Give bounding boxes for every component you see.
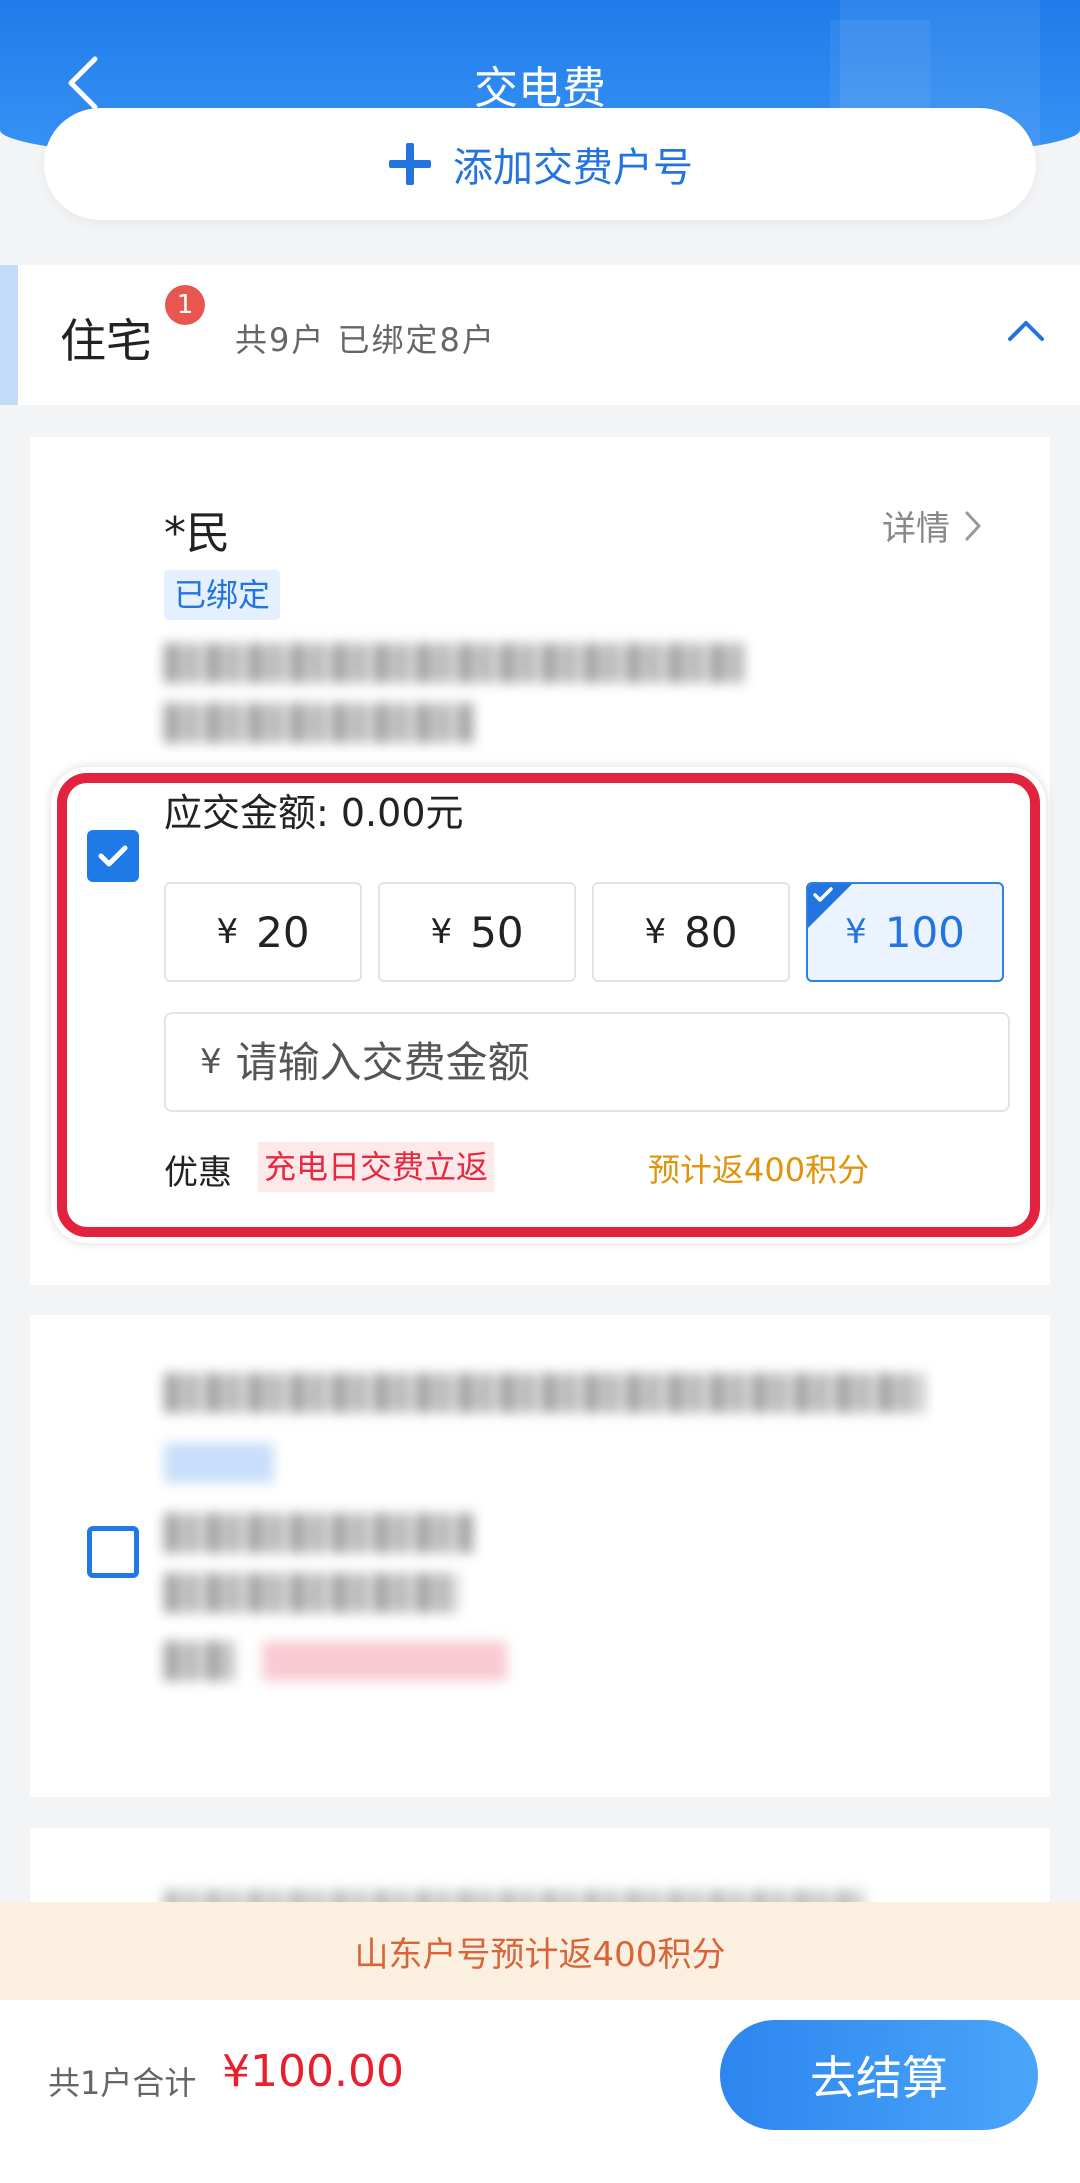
account-checkbox[interactable]	[87, 1526, 139, 1578]
redacted-label	[164, 1641, 234, 1681]
checkout-footer: 共1户合计 ¥100.00 去结算	[0, 2000, 1080, 2183]
chevron-up-icon[interactable]	[1006, 317, 1046, 343]
total-label: 共1户合计	[48, 2064, 197, 2102]
redacted-account-number	[164, 703, 474, 743]
add-account-button[interactable]: 添加交费户号	[44, 108, 1036, 220]
redacted-address	[164, 643, 744, 683]
highlight-annotation	[57, 773, 1040, 1237]
redacted-promo-tag	[262, 1641, 507, 1681]
notification-badge: 1	[165, 285, 205, 325]
account-card	[30, 1315, 1050, 1797]
redacted-account-number	[164, 1573, 459, 1613]
account-name: *民	[164, 508, 230, 559]
detail-label: 详情	[882, 509, 950, 549]
page-title: 交电费	[474, 63, 606, 114]
chevron-right-icon	[965, 511, 981, 540]
section-title: 住宅	[60, 314, 152, 368]
redacted-account-name	[164, 1373, 924, 1413]
status-badge: 已绑定	[164, 570, 281, 620]
section-accent-bar	[0, 265, 18, 405]
total-amount: ¥100.00	[222, 2046, 404, 2097]
add-account-label: 添加交费户号	[453, 145, 693, 191]
section-summary: 共9户 已绑定8户	[235, 321, 496, 359]
detail-link[interactable]: 详情	[882, 501, 982, 550]
plus-icon	[389, 143, 431, 185]
points-notice: 山东户号预计返400积分	[0, 1902, 1080, 2000]
checkout-button[interactable]: 去结算	[720, 2020, 1038, 2130]
section-header-residential[interactable]: 住宅 1 共9户 已绑定8户	[0, 265, 1080, 405]
redacted-address	[164, 1513, 474, 1553]
redacted-status-badge	[164, 1443, 274, 1483]
